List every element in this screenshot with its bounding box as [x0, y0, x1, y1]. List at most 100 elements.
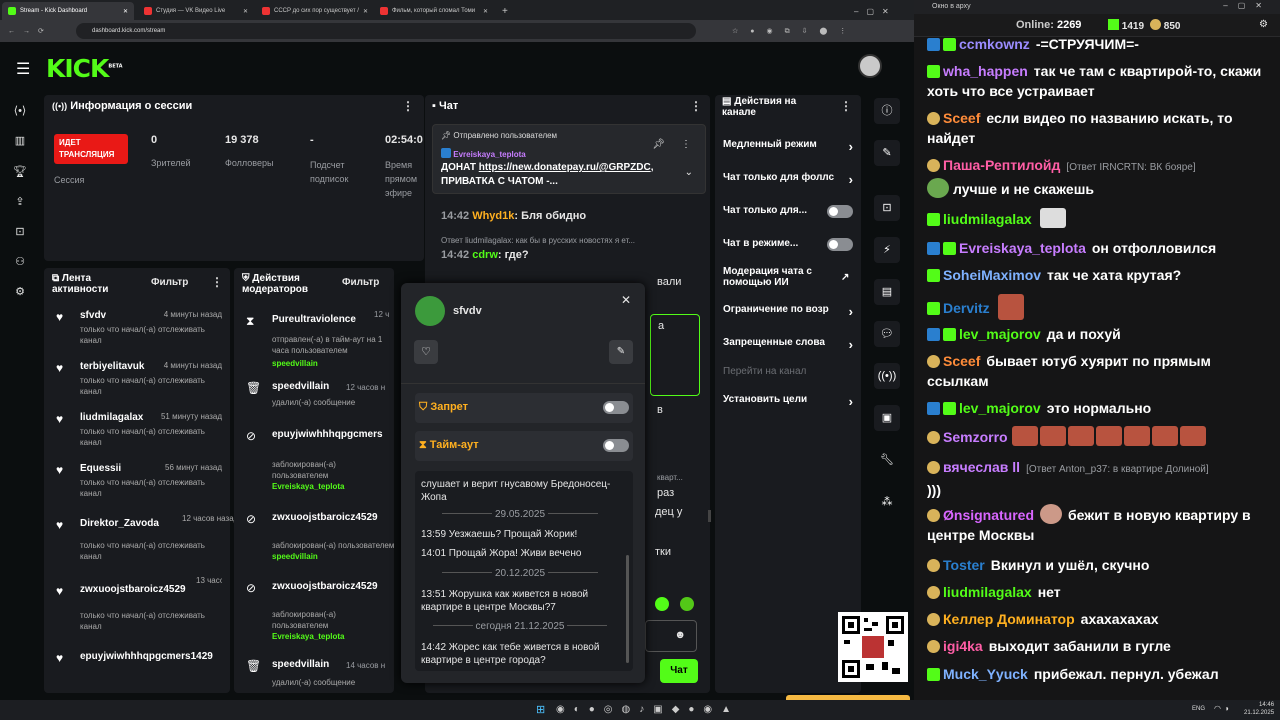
list-item[interactable]: 🗑︎ speedvillain 12 часов н удалил(-а) сообщ…	[246, 381, 390, 411]
browser-tab[interactable]: Stream - Kick Dashboard ✕	[2, 2, 134, 20]
overlay-message[interactable]: Ønsignatured бежит в новую квартиру в цен…	[927, 504, 1267, 545]
actions-menu-button[interactable]: ⋮	[840, 99, 852, 113]
overlay-message[interactable]: liudmilagalax	[927, 208, 1267, 229]
overlay-message[interactable]: вячеслав ll [Ответ Anton_p37: в квартире …	[927, 457, 1267, 500]
timeout-row[interactable]: ⧗ Тайм-аут	[415, 431, 633, 461]
kick-logo[interactable]: KICKBETA	[46, 54, 123, 83]
list-item[interactable]: ⊘ zwxuoojstbaroicz4529 заблокирован(-а) по…	[246, 512, 394, 562]
feed-filter-button[interactable]: Фильтр	[151, 277, 188, 288]
url-field[interactable]: dashboard.kick.com/stream	[76, 23, 696, 39]
chat-input[interactable]: ☻	[645, 620, 697, 652]
gear-icon[interactable]: ⚙	[13, 285, 27, 299]
overlay-message[interactable]: Evreiskaya_teplota он отфолловился	[927, 238, 1267, 258]
close-tab-icon[interactable]: ✕	[239, 8, 248, 15]
emote-mode-row[interactable]: Чат в режиме...	[723, 238, 853, 254]
notes-icon[interactable]: ▤	[874, 279, 900, 305]
language-indicator[interactable]: ENG	[1192, 706, 1205, 712]
overlay-message[interactable]: SoheiMaximov так че хата крутая?	[927, 265, 1267, 285]
overlay-message[interactable]: Sceef если видео по названию искать, то н…	[927, 108, 1267, 148]
focus-icon[interactable]: ⊡	[13, 225, 27, 239]
window-controls[interactable]: –▢✕	[848, 2, 908, 20]
go-to-channel-row[interactable]: Перейти на канал	[723, 366, 853, 380]
browser-tab[interactable]: СССР до сих пор существует / ✕	[256, 2, 372, 20]
pinned-message[interactable]: 📌︎ Отправлено пользователем 📌︎ ⋮ Evreisk…	[432, 124, 706, 194]
nav-buttons[interactable]: ←→⟳	[8, 27, 52, 35]
edit-icon[interactable]: ✎	[874, 140, 900, 166]
windows-start-icon[interactable]: ⊞	[536, 703, 545, 716]
message-history[interactable]: слушает и верит гнусавому Бредоносец-Жоп…	[415, 471, 633, 671]
follow-heart-button[interactable]: ♡	[414, 340, 438, 364]
trophy-icon[interactable]: 🏆︎	[13, 165, 27, 179]
browser-toolbar-icons[interactable]: ☆●◉⧉⇩⬤⋮	[732, 27, 858, 36]
stream-icon[interactable]: ⟨•⟩	[13, 104, 27, 118]
emote-mode-toggle[interactable]	[827, 238, 853, 251]
followers-only-row[interactable]: Чат только для фоллс ›	[723, 172, 853, 188]
settings-icon[interactable]: ⚙	[1259, 19, 1268, 30]
window-controls[interactable]: –▢✕	[1223, 1, 1272, 10]
overlay-message[interactable]: Sceef бывает ютуб хуярит по прямым ссылка…	[927, 351, 1267, 391]
wrench-icon[interactable]: 🔧︎	[874, 447, 900, 473]
overlay-message[interactable]: Келлер Доминатор ахахахахах	[927, 609, 1267, 629]
new-tab-button[interactable]: +	[496, 2, 510, 20]
scrollbar[interactable]	[708, 510, 711, 522]
age-restriction-row[interactable]: Ограничение по возр ›	[723, 304, 853, 320]
session-menu-button[interactable]: ⋮	[402, 99, 414, 113]
emoji-icon[interactable]: ☻	[674, 629, 686, 641]
timeout-toggle[interactable]	[603, 439, 629, 452]
popup-username[interactable]: sfvdv	[453, 305, 482, 317]
scrollbar[interactable]	[626, 555, 629, 663]
taskbar-app-icons[interactable]: ◉◐●◎◍♪▣◆●◉▲	[556, 704, 740, 715]
subs-only-row[interactable]: Чат только для...	[723, 205, 853, 221]
ai-moderation-row[interactable]: Модерация чата с помощью ИИ ↗	[723, 266, 849, 288]
list-item[interactable]: ⊘ epuyjwiwhhhqpgcmers заблокирован(-а) пол…	[246, 429, 390, 491]
share-icon[interactable]: ⁂	[874, 489, 900, 515]
feed-menu-button[interactable]: ⋮	[211, 275, 223, 289]
layout-icon[interactable]: ▣	[874, 405, 900, 431]
mute-icon[interactable]: ✎	[609, 340, 633, 364]
broadcast-icon[interactable]: ((•))	[874, 363, 900, 389]
tray-icons[interactable]: ◠◑	[1214, 704, 1232, 713]
menu-icon[interactable]: ☰	[16, 59, 30, 79]
browser-tab[interactable]: Студия — VK Видео Live ✕	[138, 2, 254, 20]
close-icon[interactable]: ✕	[621, 293, 631, 307]
overlay-message[interactable]: igi4ka выходит забанили в гугле	[927, 636, 1267, 656]
chat-message[interactable]: 14:42 Whyd1k: Бля обидно	[441, 210, 586, 222]
focus-icon[interactable]: ⊡	[874, 195, 900, 221]
browser-tab[interactable]: Фильм, который сломал Томи ✕	[374, 2, 494, 20]
pin-toggle-icon[interactable]: 📌︎	[652, 139, 665, 150]
list-item[interactable]: 🗑︎ speedvillain 14 часов н удалил(-а) сообщ…	[246, 659, 390, 689]
list-item[interactable]: ⊘ zwxuoojstbaroicz4529 заблокирован(-а) по…	[246, 581, 390, 641]
overlay-message[interactable]: Semzorro	[927, 426, 1267, 447]
overlay-message[interactable]: liudmilagalax нет	[927, 582, 1267, 602]
overlay-message[interactable]: Muck_Yyuck прибежал. пернул. убежал	[927, 664, 1267, 684]
more-icon[interactable]: ⋮	[681, 139, 691, 150]
lightning-icon[interactable]: ⚡︎	[874, 237, 900, 263]
list-item[interactable]: ⧗ Pureultraviolence 12 ч отправлен(-а) в та…	[246, 310, 390, 370]
close-tab-icon[interactable]: ✕	[479, 8, 488, 15]
overlay-message[interactable]: Паша-Рептилойд [Ответ IRNCRTN: ВК бояре] л…	[927, 155, 1267, 199]
mods-filter-button[interactable]: Фильтр	[342, 277, 379, 288]
clock[interactable]: 14:46 21.12.2025	[1244, 701, 1274, 717]
overlay-message[interactable]: Toster Вкинул и ушёл, скучно	[927, 555, 1267, 575]
chat-message[interactable]: 14:42 cdrw: где?	[441, 249, 529, 261]
chevron-down-icon[interactable]: ⌄	[685, 167, 693, 178]
overlay-message[interactable]: wha_happen так че там с квартирой-то, ска…	[927, 61, 1267, 101]
overlay-message[interactable]: lev_majorov это нормально	[927, 398, 1267, 418]
users-icon[interactable]: ⚇	[13, 255, 27, 269]
chat-menu-button[interactable]: ⋮	[690, 99, 702, 113]
ban-toggle[interactable]	[603, 401, 629, 414]
overlay-message[interactable]: Dervitz	[927, 294, 1267, 320]
close-tab-icon[interactable]: ✕	[359, 8, 368, 15]
set-goals-row[interactable]: Установить цели ›	[723, 394, 853, 410]
info-icon[interactable]: ⓘ	[874, 98, 900, 124]
avatar[interactable]	[858, 54, 882, 78]
upload-icon[interactable]: ⇪	[13, 195, 27, 209]
banned-words-row[interactable]: Запрещенные слова ›	[723, 337, 853, 353]
close-tab-icon[interactable]: ✕	[119, 8, 128, 15]
slow-mode-row[interactable]: Медленный режим ›	[723, 139, 853, 155]
chat-bubble-icon[interactable]: 💬︎	[874, 321, 900, 347]
send-chat-button[interactable]: Чат	[660, 659, 698, 683]
ban-row[interactable]: ⛉ Запрет	[415, 393, 633, 423]
analytics-icon[interactable]: ▥	[13, 134, 27, 148]
overlay-message[interactable]: ccmkownz -=СТРУЯЧИМ=-	[927, 34, 1267, 54]
